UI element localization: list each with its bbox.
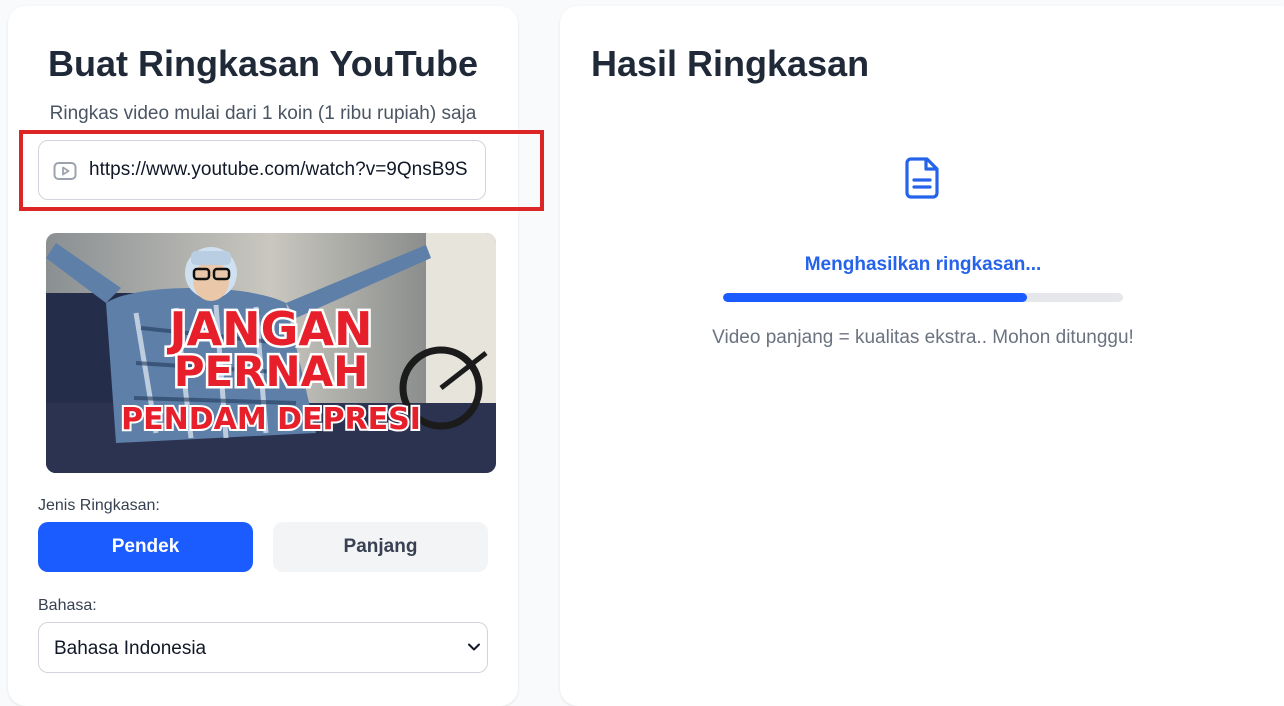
language-select-value: Bahasa Indonesia (54, 638, 207, 659)
summary-form-panel: Buat Ringkasan YouTube Ringkas video mul… (8, 6, 518, 706)
progress-bar-fill (723, 293, 1027, 302)
summary-type-label: Jenis Ringkasan: (38, 497, 160, 514)
thumbnail-text-line3: PENDAM DEPRESI (121, 402, 421, 437)
long-summary-button[interactable]: Panjang (273, 522, 488, 572)
youtube-play-icon (53, 162, 77, 180)
language-label: Bahasa: (38, 597, 97, 614)
document-icon (905, 157, 939, 199)
wait-note: Video panjang = kualitas ekstra.. Mohon … (712, 327, 1134, 348)
video-thumbnail: JANGAN PERNAH PENDAM DEPRESI (46, 233, 496, 473)
youtube-url-field[interactable] (38, 140, 486, 200)
short-summary-button[interactable]: Pendek (38, 522, 253, 572)
thumbnail-text-line2: PERNAH (174, 347, 369, 396)
youtube-url-input[interactable] (89, 141, 485, 199)
generating-status: Menghasilkan ringkasan... (804, 254, 1042, 275)
progress-bar (723, 293, 1123, 302)
form-subtitle: Ringkas video mulai dari 1 koin (1 ribu … (49, 103, 477, 124)
chevron-down-icon (468, 643, 480, 651)
language-select[interactable]: Bahasa Indonesia (38, 622, 488, 673)
form-title: Buat Ringkasan YouTube (47, 43, 479, 84)
summary-result-panel: Hasil Ringkasan Menghasilkan ringkasan..… (560, 6, 1284, 706)
result-title: Hasil Ringkasan (591, 43, 870, 84)
